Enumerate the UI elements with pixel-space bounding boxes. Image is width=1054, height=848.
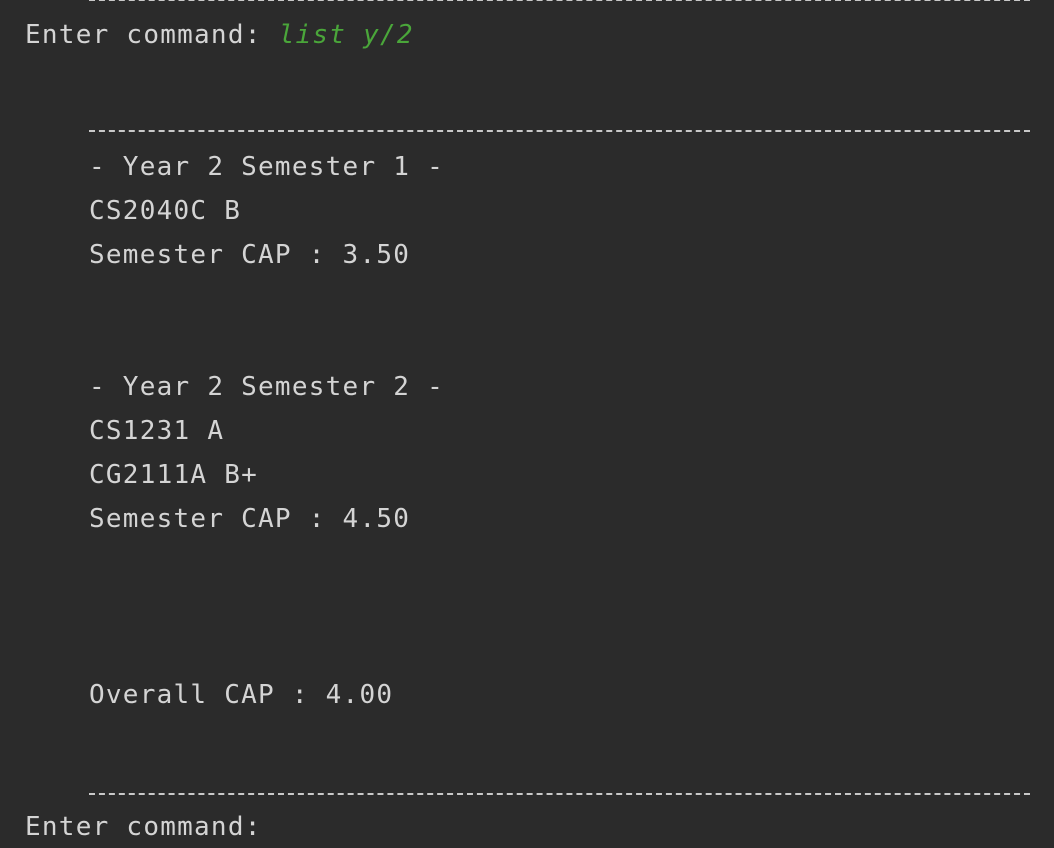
semester-cap: Semester CAP : 4.50 <box>89 504 411 534</box>
command-line: Enter command: list y/2 <box>25 13 414 57</box>
semester-cap: Semester CAP : 3.50 <box>89 240 411 270</box>
command-line-next[interactable]: Enter command: <box>25 805 262 848</box>
semester-heading: - Year 2 Semester 1 - <box>89 152 444 182</box>
result-separator-top <box>89 130 1030 132</box>
semester-heading: - Year 2 Semester 2 - <box>89 372 444 402</box>
prompt-label: Enter command: <box>25 812 262 842</box>
top-separator <box>89 0 1030 1</box>
entered-command[interactable]: list y/2 <box>279 20 414 50</box>
module-grade-line: CG2111A B+ <box>89 460 259 490</box>
prompt-label: Enter command: <box>25 20 262 50</box>
module-grade-line: CS1231 A <box>89 416 225 446</box>
overall-cap: Overall CAP : 4.00 <box>89 680 394 710</box>
result-separator-bottom <box>89 793 1030 795</box>
module-grade-line: CS2040C B <box>89 196 242 226</box>
